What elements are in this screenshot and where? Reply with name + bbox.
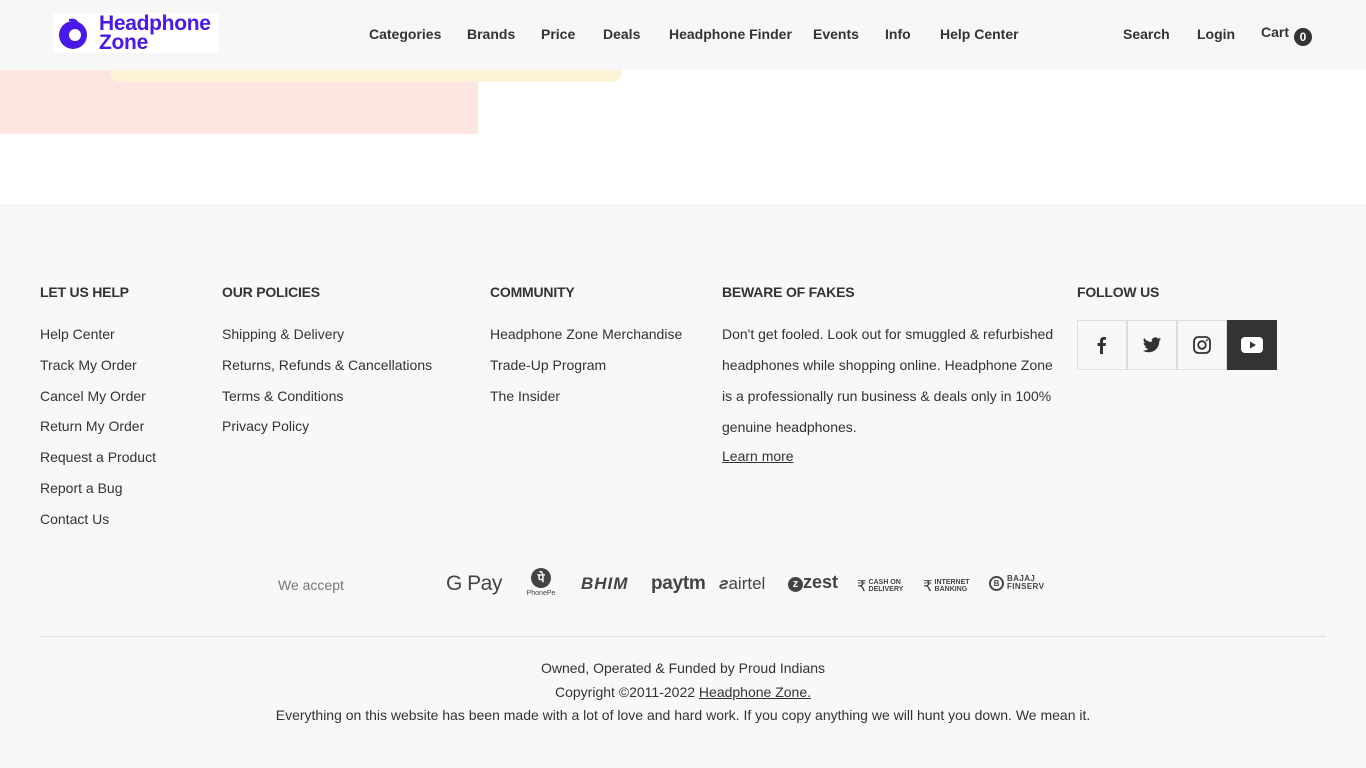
cash-on-delivery-logo: ₹ CASH ON DELIVERY — [857, 577, 903, 595]
copy-warning-text: Everything on this website has been made… — [275, 707, 1091, 723]
company-link[interactable]: Headphone Zone. — [699, 684, 811, 700]
nav-categories[interactable]: Categories — [369, 26, 441, 42]
link-trade-up[interactable]: Trade-Up Program — [490, 357, 606, 373]
netbanking-line2: BANKING — [934, 586, 968, 593]
cod-line2: DELIVERY — [868, 586, 904, 593]
airtel-label: airtel — [728, 574, 766, 593]
search-link[interactable]: Search — [1123, 26, 1170, 42]
link-track-order[interactable]: Track My Order — [40, 357, 137, 373]
let-us-help-title: LET US HELP — [40, 284, 129, 300]
netbanking-line1: INTERNET — [934, 579, 970, 586]
paytm-logo: paytm — [651, 573, 706, 594]
gpay-logo: G Pay — [446, 572, 502, 595]
zestmoney-logo: z zest — [788, 572, 838, 593]
nav-headphone-finder[interactable]: Headphone Finder — [669, 26, 792, 42]
phonepe-label: PhonePe — [526, 590, 556, 597]
copyright-years: Copyright ©2011-2022 — [554, 684, 696, 700]
site-logo[interactable]: Headphone Zone — [53, 13, 219, 53]
facebook-button[interactable] — [1077, 320, 1127, 370]
site-footer: LET US HELP Help Center Track My Order C… — [0, 204, 1366, 768]
cart-count-badge: 0 — [1294, 28, 1313, 46]
twitter-icon — [1142, 337, 1162, 353]
we-accept-label: We accept — [278, 577, 344, 593]
nav-help-center[interactable]: Help Center — [940, 26, 1019, 42]
link-return-order[interactable]: Return My Order — [40, 418, 144, 434]
login-link[interactable]: Login — [1197, 26, 1235, 42]
proud-indians-text: Owned, Operated & Funded by Proud Indian… — [540, 660, 826, 676]
learn-more-link[interactable]: Learn more — [722, 448, 794, 464]
link-cancel-order[interactable]: Cancel My Order — [40, 388, 146, 404]
phonepe-logo: पे PhonePe — [526, 568, 556, 597]
site-header: Headphone Zone Categories Brands Price D… — [0, 0, 1366, 70]
community-title: COMMUNITY — [490, 284, 575, 300]
instagram-button[interactable] — [1177, 320, 1227, 370]
beware-fakes-title: BEWARE OF FAKES — [722, 284, 855, 300]
link-returns[interactable]: Returns, Refunds & Cancellations — [222, 357, 432, 373]
bajaj-finserv-logo: B BAJAJ FINSERV — [989, 575, 1044, 591]
cod-line1: CASH ON — [868, 579, 901, 586]
zest-icon: z — [788, 577, 803, 592]
footer-divider — [40, 636, 1326, 637]
copyright-text: Copyright ©2011-2022 Headphone Zone. — [0, 684, 1366, 700]
phonepe-icon: पे — [531, 568, 551, 588]
link-shipping[interactable]: Shipping & Delivery — [222, 326, 344, 342]
link-contact-us[interactable]: Contact Us — [40, 511, 109, 527]
nav-price[interactable]: Price — [541, 26, 575, 42]
nav-events[interactable]: Events — [813, 26, 859, 42]
instagram-icon — [1193, 336, 1211, 354]
rupee-icon: ₹ — [857, 578, 867, 595]
airtel-logo: ƨairtel — [719, 574, 765, 594]
rupee-icon: ₹ — [923, 578, 933, 595]
nav-info[interactable]: Info — [885, 26, 911, 42]
bhim-logo: BHIM — [581, 574, 629, 593]
headphone-zone-logo-icon — [59, 18, 87, 49]
follow-us-title: FOLLOW US — [1077, 284, 1160, 300]
link-request-product[interactable]: Request a Product — [40, 449, 156, 465]
twitter-button[interactable] — [1127, 320, 1177, 370]
logo-line2: Zone — [99, 31, 148, 54]
nav-deals[interactable]: Deals — [603, 26, 640, 42]
link-help-center[interactable]: Help Center — [40, 326, 115, 342]
logo-text: Headphone Zone — [99, 13, 211, 54]
cart-label: Cart — [1261, 24, 1290, 40]
link-report-bug[interactable]: Report a Bug — [40, 480, 123, 496]
youtube-icon — [1241, 337, 1263, 353]
internet-banking-logo: ₹ INTERNET BANKING — [923, 577, 970, 595]
link-terms[interactable]: Terms & Conditions — [222, 388, 343, 404]
bajaj-line2: FINSERV — [1007, 582, 1045, 591]
youtube-button[interactable] — [1227, 320, 1277, 370]
our-policies-title: OUR POLICIES — [222, 284, 320, 300]
bajaj-icon: B — [989, 575, 1004, 591]
link-merchandise[interactable]: Headphone Zone Merchandise — [490, 326, 682, 342]
nav-brands[interactable]: Brands — [467, 26, 515, 42]
link-insider[interactable]: The Insider — [490, 388, 560, 404]
facebook-icon — [1097, 337, 1106, 354]
cart-link[interactable]: Cart 0 — [1261, 24, 1313, 46]
beware-fakes-text: Don't get fooled. Look out for smuggled … — [722, 326, 1054, 435]
zest-label: zest — [803, 572, 839, 592]
link-privacy[interactable]: Privacy Policy — [222, 418, 309, 434]
